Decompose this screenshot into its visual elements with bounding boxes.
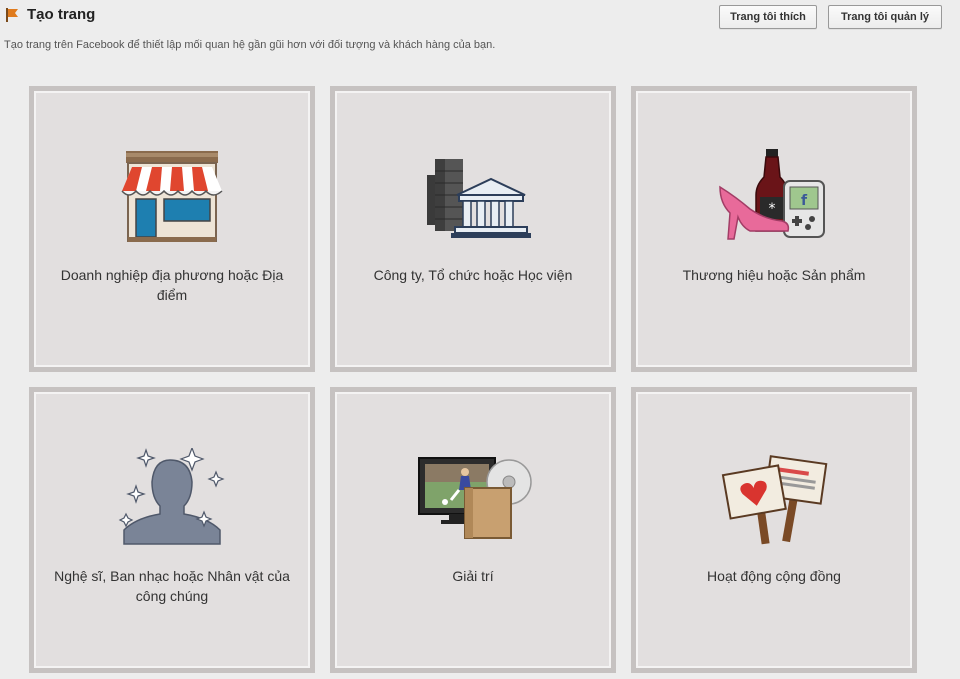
pages-i-like-button[interactable]: Trang tôi thích: [719, 5, 817, 29]
tile-inner: Công ty, Tổ chức hoặc Học viện: [335, 91, 611, 367]
entertainment-icon: [418, 457, 532, 539]
tile-inner: Doanh nghiệp địa phương hoặc Địa điểm: [34, 91, 310, 367]
svg-text:f: f: [801, 193, 808, 209]
category-tile-company[interactable]: Công ty, Tổ chức hoặc Học viện: [330, 86, 616, 372]
category-label: Hoạt động cộng đồng: [707, 568, 841, 584]
category-tile-public-figure[interactable]: Nghệ sĩ, Ban nhạc hoặc Nhân vật của công…: [29, 387, 315, 673]
products-icon: * f: [719, 149, 825, 240]
storefront-icon: [121, 151, 223, 242]
community-signs-icon: [721, 455, 828, 545]
page-header: Tạo trang Tạo trang trên Facebook để thi…: [0, 0, 960, 60]
category-label: Nghệ sĩ, Ban nhạc hoặc Nhân vật của công…: [54, 568, 290, 604]
category-tile-entertainment[interactable]: Giải trí: [330, 387, 616, 673]
tile-inner: Hoạt động cộng đồng: [636, 392, 912, 668]
flag-icon: [6, 8, 18, 22]
page-title: Tạo trang: [27, 6, 96, 23]
public-figure-icon: [118, 448, 225, 545]
buildings-icon: [427, 159, 531, 238]
category-tile-brand-product[interactable]: * f Thương hiệu hoặc Sản phẩm: [631, 86, 917, 372]
category-label: Thương hiệu hoặc Sản phẩm: [682, 267, 866, 283]
tile-inner: Giải trí: [335, 392, 611, 668]
svg-text:*: *: [769, 201, 776, 217]
tile-inner: * f Thương hiệu hoặc Sản phẩm: [636, 91, 912, 367]
tile-inner: Nghệ sĩ, Ban nhạc hoặc Nhân vật của công…: [34, 392, 310, 668]
category-label: Doanh nghiệp địa phương hoặc Địa điểm: [60, 267, 284, 303]
category-label: Công ty, Tổ chức hoặc Học viện: [373, 267, 573, 283]
category-tile-community[interactable]: Hoạt động cộng đồng: [631, 387, 917, 673]
pages-i-manage-button[interactable]: Trang tôi quản lý: [828, 5, 942, 29]
category-label: Giải trí: [452, 568, 494, 584]
page-subtitle: Tạo trang trên Facebook để thiết lập mối…: [4, 39, 496, 51]
category-tile-local-business[interactable]: Doanh nghiệp địa phương hoặc Địa điểm: [29, 86, 315, 372]
